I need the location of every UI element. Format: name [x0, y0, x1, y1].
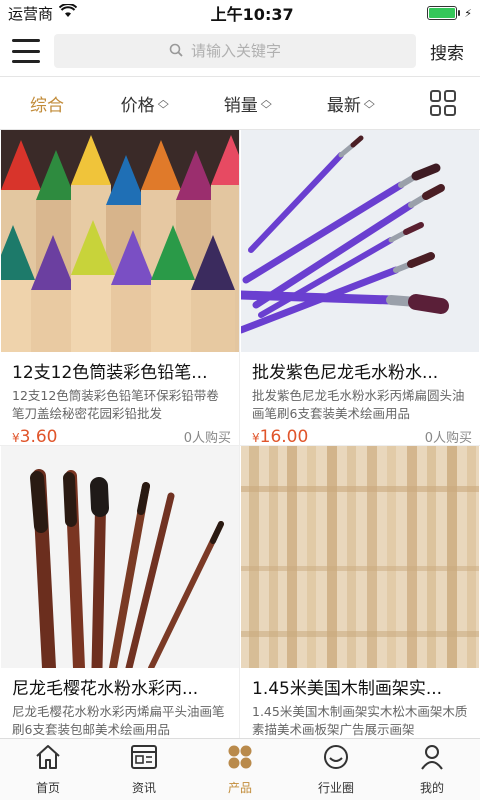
- tab-label: 资讯: [131, 781, 156, 795]
- price-value: 3.60: [19, 427, 58, 447]
- product-description: 批发紫色尼龙毛水粉水彩丙烯扁圆头油画笔刷6支套装美术绘画用品: [252, 388, 465, 421]
- search-button[interactable]: 搜索: [430, 39, 468, 64]
- tab-home[interactable]: 首页: [0, 739, 96, 800]
- product-image-easels: [241, 446, 479, 668]
- tab-mine[interactable]: 我的: [384, 739, 480, 800]
- buyer-count: 0人购买: [183, 431, 231, 446]
- product-image-purple-brushes: [241, 130, 479, 352]
- product-image-wood-brushes: [0, 446, 239, 668]
- product-grid: 12支12色筒装彩色铅笔... 12支12色筒装彩色铅笔环保彩铅带卷笔刀盖绘秘密…: [0, 130, 480, 762]
- menu-icon[interactable]: [12, 39, 40, 63]
- tab-news[interactable]: 资讯: [96, 739, 192, 800]
- tab-circle[interactable]: 行业圈: [288, 739, 384, 800]
- battery-icon: [427, 6, 461, 20]
- sort-toggle-icon: ◇: [363, 96, 375, 110]
- tab-products[interactable]: 产品: [192, 739, 288, 800]
- tab-label: 我的: [419, 781, 444, 795]
- product-price: ¥3.60: [12, 427, 58, 447]
- price-symbol: ¥: [12, 431, 20, 445]
- product-description: 1.45米美国木制画架实木松木画架木质素描美术画板架广告展示画架: [252, 704, 468, 737]
- sort-price[interactable]: 价格 ◇: [120, 91, 169, 116]
- carrier-label: 运营商: [8, 4, 54, 23]
- product-title: 1.45米美国木制画架实...: [252, 679, 443, 699]
- price-symbol: ¥: [252, 431, 260, 445]
- sort-label: 价格: [120, 95, 155, 116]
- search-icon: [169, 42, 183, 61]
- product-card[interactable]: 12支12色筒装彩色铅笔... 12支12色筒装彩色铅笔环保彩铅带卷笔刀盖绘秘密…: [0, 130, 240, 447]
- wifi-icon: [58, 3, 78, 22]
- product-card[interactable]: 尼龙毛樱花水粉水彩丙... 尼龙毛樱花水粉水彩丙烯扁平头油画笔刷6支套装包邮美术…: [0, 446, 240, 762]
- product-title: 12支12色筒装彩色铅笔...: [12, 363, 208, 383]
- tab-label: 行业圈: [317, 781, 354, 795]
- search-input[interactable]: [191, 42, 301, 60]
- news-icon: [129, 743, 159, 775]
- product-image-pencils: [0, 130, 239, 352]
- charging-icon: ⚡: [464, 6, 472, 20]
- sort-latest[interactable]: 最新 ◇: [326, 91, 375, 116]
- grid-view-icon[interactable]: [429, 90, 456, 116]
- price-value: 16.00: [259, 427, 309, 447]
- sort-bar: 综合 价格 ◇ 销量 ◇ 最新 ◇: [0, 76, 480, 130]
- product-description: 尼龙毛樱花水粉水彩丙烯扁平头油画笔刷6支套装包邮美术绘画用品: [12, 704, 225, 737]
- sort-label: 综合: [30, 95, 64, 116]
- status-bar: 运营商 上午10:37 ⚡: [0, 0, 480, 26]
- product-card[interactable]: 批发紫色尼龙毛水粉水... 批发紫色尼龙毛水粉水彩丙烯扁圆头油画笔刷6支套装美术…: [240, 130, 480, 447]
- user-icon: [417, 743, 447, 775]
- sort-toggle-icon: ◇: [260, 96, 272, 110]
- circle-icon: [321, 743, 351, 775]
- product-title: 尼龙毛樱花水粉水彩丙...: [12, 679, 199, 699]
- status-time: 上午10:37: [210, 5, 294, 24]
- tab-label: 首页: [35, 781, 60, 795]
- home-icon: [33, 743, 63, 775]
- products-icon: [225, 743, 255, 775]
- product-title: 批发紫色尼龙毛水粉水...: [252, 363, 439, 383]
- search-bar[interactable]: [54, 34, 416, 68]
- bottom-tab-bar: 首页 资讯 产品 行业圈 我的: [0, 738, 480, 800]
- sort-label: 销量: [223, 95, 258, 116]
- sort-toggle-icon: ◇: [157, 96, 169, 110]
- tab-label: 产品: [227, 781, 252, 795]
- sort-sales[interactable]: 销量 ◇: [223, 91, 272, 116]
- buyer-count: 0人购买: [424, 431, 472, 446]
- sort-label: 最新: [326, 95, 361, 116]
- product-price: ¥16.00: [252, 427, 308, 447]
- sort-comprehensive[interactable]: 综合: [30, 91, 64, 116]
- product-card[interactable]: 1.45米美国木制画架实... 1.45米美国木制画架实木松木画架木质素描美术画…: [240, 446, 480, 762]
- header: 搜索: [0, 26, 480, 76]
- product-description: 12支12色筒装彩色铅笔环保彩铅带卷笔刀盖绘秘密花园彩铅批发: [12, 388, 219, 421]
